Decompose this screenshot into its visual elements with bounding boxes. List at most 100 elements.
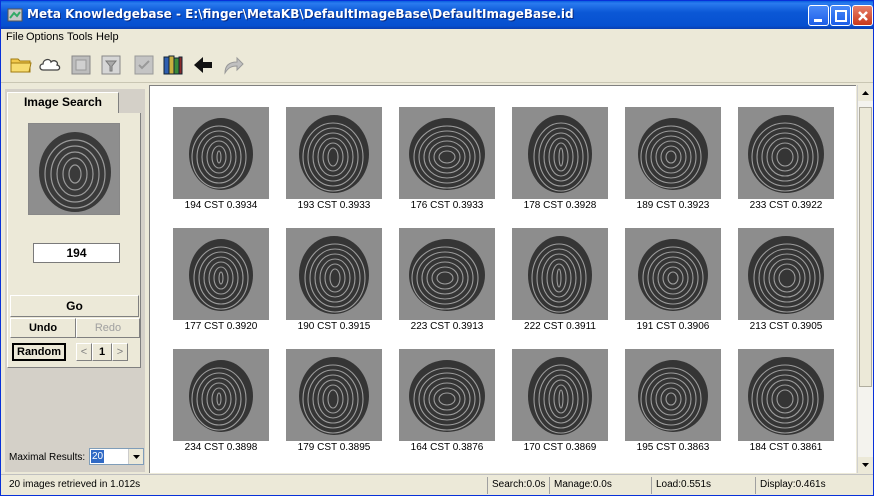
- window-title: Meta Knowledgebase - E:\finger\MetaKB\De…: [27, 7, 574, 21]
- minimize-button[interactable]: [808, 5, 829, 26]
- fingerprint-image: [399, 107, 495, 199]
- scroll-up-button[interactable]: [858, 85, 873, 101]
- result-thumbnail[interactable]: 213 CST 0.3905: [738, 228, 834, 334]
- open-folder-icon[interactable]: [9, 53, 33, 77]
- forward-arrow-icon[interactable]: [221, 53, 245, 77]
- result-caption: 178 CST 0.3928: [523, 200, 597, 211]
- query-id-field[interactable]: 194: [33, 243, 120, 263]
- fingerprint-icon: [286, 107, 382, 199]
- fingerprint-icon: [738, 349, 834, 441]
- close-button[interactable]: [852, 5, 873, 26]
- tab-image-search[interactable]: Image Search: [7, 92, 119, 113]
- filter-icon[interactable]: [99, 53, 123, 77]
- go-button[interactable]: Go: [10, 295, 139, 317]
- result-caption: 184 CST 0.3861: [749, 442, 823, 453]
- menu-help[interactable]: Help: [96, 31, 119, 43]
- random-button[interactable]: Random: [12, 343, 66, 361]
- result-caption: 177 CST 0.3920: [184, 321, 258, 332]
- fingerprint-image: [625, 349, 721, 441]
- result-thumbnail[interactable]: 193 CST 0.3933: [286, 107, 382, 213]
- result-thumbnail[interactable]: 222 CST 0.3911: [512, 228, 608, 334]
- result-thumbnail[interactable]: 195 CST 0.3863: [625, 349, 721, 455]
- maximize-button[interactable]: [830, 5, 851, 26]
- menu-file[interactable]: File: [6, 31, 24, 43]
- app-icon: [7, 8, 23, 22]
- fingerprint-image: [625, 228, 721, 320]
- fingerprint-image: [512, 349, 608, 441]
- result-caption: 194 CST 0.3934: [184, 200, 258, 211]
- result-thumbnail[interactable]: 194 CST 0.3934: [173, 107, 269, 213]
- fingerprint-image: [738, 107, 834, 199]
- close-icon: [858, 11, 868, 21]
- fingerprint-icon: [286, 228, 382, 320]
- fingerprint-icon: [738, 107, 834, 199]
- search-area: 194 Go Undo Redo Random < 1 >: [7, 113, 141, 368]
- fingerprint-image: [286, 107, 382, 199]
- result-caption: 164 CST 0.3876: [410, 442, 484, 453]
- undo-button[interactable]: Undo: [10, 318, 76, 338]
- result-thumbnail[interactable]: 178 CST 0.3928: [512, 107, 608, 213]
- result-thumbnail[interactable]: 176 CST 0.3933: [399, 107, 495, 213]
- result-thumbnail[interactable]: 191 CST 0.3906: [625, 228, 721, 334]
- result-thumbnail[interactable]: 190 CST 0.3915: [286, 228, 382, 334]
- fingerprint-icon: [173, 228, 269, 320]
- redo-button[interactable]: Redo: [76, 318, 140, 338]
- page-prev-button[interactable]: <: [76, 343, 92, 361]
- maximize-icon: [835, 10, 847, 22]
- scroll-down-button[interactable]: [858, 457, 873, 473]
- status-bar: 20 images retrieved in 1.012s Search:0.0…: [1, 474, 873, 495]
- status-manage-time: Manage:0.0s: [549, 477, 649, 494]
- cloud-icon[interactable]: [38, 53, 62, 77]
- result-caption: 170 CST 0.3869: [523, 442, 597, 453]
- fingerprint-icon: [512, 228, 608, 320]
- check-icon[interactable]: [132, 53, 156, 77]
- result-caption: 234 CST 0.3898: [184, 442, 258, 453]
- fingerprint-image: [738, 349, 834, 441]
- query-fingerprint-image: [28, 123, 120, 215]
- result-caption: 195 CST 0.3863: [636, 442, 710, 453]
- back-arrow-icon[interactable]: [191, 53, 215, 77]
- result-caption: 179 CST 0.3895: [297, 442, 371, 453]
- minimize-icon: [814, 19, 822, 22]
- grid-icon[interactable]: [69, 53, 93, 77]
- fingerprint-image: [286, 349, 382, 441]
- status-search-time: Search:0.0s: [487, 477, 549, 494]
- page-next-button[interactable]: >: [112, 343, 128, 361]
- menu-tools[interactable]: Tools: [67, 31, 93, 43]
- result-thumbnail[interactable]: 223 CST 0.3913: [399, 228, 495, 334]
- fingerprint-icon: [173, 107, 269, 199]
- result-thumbnail[interactable]: 177 CST 0.3920: [173, 228, 269, 334]
- menu-options[interactable]: Options: [26, 31, 64, 43]
- fingerprint-image: [173, 349, 269, 441]
- page-number: 1: [92, 343, 112, 361]
- result-thumbnail[interactable]: 234 CST 0.3898: [173, 349, 269, 455]
- result-thumbnail[interactable]: 179 CST 0.3895: [286, 349, 382, 455]
- result-thumbnail[interactable]: 233 CST 0.3922: [738, 107, 834, 213]
- fingerprint-icon: [399, 349, 495, 441]
- result-caption: 176 CST 0.3933: [410, 200, 484, 211]
- result-thumbnail[interactable]: 189 CST 0.3923: [625, 107, 721, 213]
- result-thumbnail[interactable]: 164 CST 0.3876: [399, 349, 495, 455]
- dropdown-arrow[interactable]: [128, 449, 143, 464]
- fingerprint-image: [512, 107, 608, 199]
- results-grid: 194 CST 0.3934 193 CST 0.3933 176 CST 0.39…: [149, 85, 856, 473]
- toolbar: [1, 47, 873, 83]
- results-scrollbar[interactable]: [857, 85, 873, 473]
- books-icon[interactable]: [161, 53, 185, 77]
- result-thumbnail[interactable]: 170 CST 0.3869: [512, 349, 608, 455]
- status-display-time: Display:0.461s: [755, 477, 865, 494]
- scroll-thumb[interactable]: [859, 107, 872, 387]
- fingerprint-image: [625, 107, 721, 199]
- title-bar[interactable]: Meta Knowledgebase - E:\finger\MetaKB\De…: [1, 1, 873, 29]
- scroll-up-icon: [862, 91, 869, 95]
- search-panel: Image Search 194 Go Undo Redo Random < 1…: [5, 89, 145, 472]
- result-caption: 189 CST 0.3923: [636, 200, 710, 211]
- status-retrieved: 20 images retrieved in 1.012s: [9, 479, 141, 490]
- menu-bar: File Options Tools Help: [1, 29, 873, 46]
- maximal-results-select[interactable]: 20: [89, 448, 144, 465]
- fingerprint-image: [399, 228, 495, 320]
- chevron-down-icon: [133, 455, 140, 459]
- fingerprint-image: [173, 228, 269, 320]
- fingerprint-image: [512, 228, 608, 320]
- result-thumbnail[interactable]: 184 CST 0.3861: [738, 349, 834, 455]
